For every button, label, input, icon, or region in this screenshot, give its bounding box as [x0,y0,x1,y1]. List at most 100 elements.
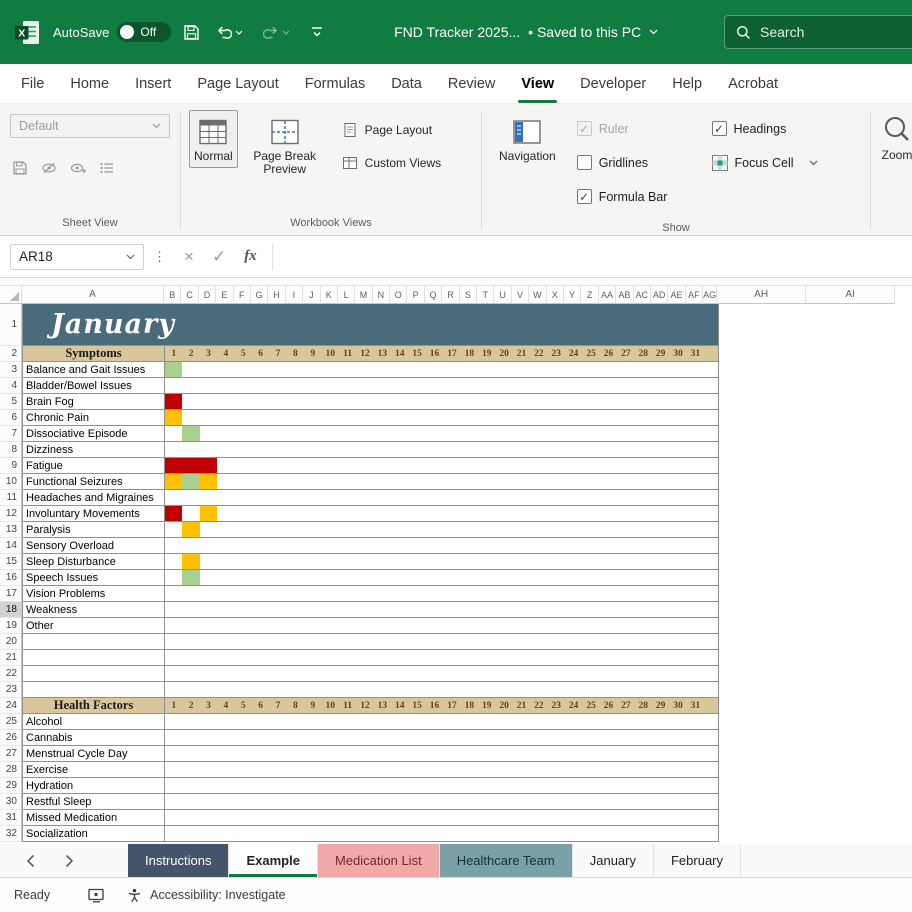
data-cell[interactable] [322,810,339,825]
data-cell[interactable] [391,426,408,441]
day-number-cell[interactable]: 9 [304,698,322,713]
data-cell[interactable] [565,394,582,409]
row-header[interactable]: 18 [0,602,22,618]
data-cell[interactable] [339,554,356,569]
data-cell[interactable] [530,506,547,521]
data-cell[interactable] [235,602,252,617]
data-cell[interactable] [356,442,373,457]
day-number-cell[interactable]: 17 [443,346,461,361]
section-header-cell[interactable]: Symptoms [23,346,165,361]
data-cell[interactable] [530,410,547,425]
data-cell[interactable] [182,458,200,473]
data-cell[interactable] [461,442,478,457]
data-cell[interactable] [565,426,582,441]
data-cell[interactable] [548,618,565,633]
data-cell[interactable] [635,762,652,777]
data-cell[interactable] [461,682,478,697]
data-cell[interactable] [582,618,599,633]
data-cell[interactable] [687,762,704,777]
data-cell[interactable] [408,762,425,777]
data-cell[interactable] [182,650,199,665]
data-cell[interactable] [217,650,234,665]
data-cell[interactable] [565,778,582,793]
data-cell[interactable] [287,570,304,585]
label-cell[interactable]: Sensory Overload [23,538,165,553]
data-cell[interactable] [426,826,443,841]
data-cell[interactable] [617,650,634,665]
day-number-cell[interactable]: 28 [634,698,652,713]
data-cell[interactable] [652,490,669,505]
data-cell[interactable] [408,778,425,793]
data-cell[interactable] [461,714,478,729]
data-cell[interactable] [461,730,478,745]
data-cell[interactable] [582,762,599,777]
data-cell[interactable] [339,570,356,585]
data-cell[interactable] [530,714,547,729]
data-cell[interactable] [322,794,339,809]
day-number-cell[interactable]: 27 [617,698,635,713]
keep-sheet-view-icon[interactable] [12,160,28,176]
data-cell[interactable] [652,506,669,521]
data-cell[interactable] [652,554,669,569]
data-cell[interactable] [426,394,443,409]
name-box[interactable]: AR18 [10,243,144,270]
data-cell[interactable] [478,506,495,521]
data-cell[interactable] [513,426,530,441]
data-cell[interactable] [408,394,425,409]
data-cell[interactable] [200,618,217,633]
data-cell[interactable] [304,666,321,681]
data-cell[interactable] [269,746,286,761]
accessibility-status[interactable]: Accessibility: Investigate [150,888,285,902]
data-cell[interactable] [443,666,460,681]
data-cell[interactable] [304,714,321,729]
data-cell[interactable] [391,442,408,457]
data-cell[interactable] [200,394,217,409]
data-cell[interactable] [339,746,356,761]
data-cell[interactable] [304,394,321,409]
data-cell[interactable] [322,522,339,537]
data-cell[interactable] [391,586,408,601]
data-cell[interactable] [669,762,686,777]
row-header[interactable]: 8 [0,442,22,458]
data-cell[interactable] [548,394,565,409]
data-cell[interactable] [687,682,704,697]
column-header[interactable]: H [268,286,286,304]
data-cell[interactable] [235,474,252,489]
label-cell[interactable]: Involuntary Movements [23,506,165,521]
day-number-cell[interactable]: 30 [669,346,687,361]
data-cell[interactable] [408,794,425,809]
filler-cell[interactable] [704,666,718,681]
data-cell[interactable] [582,474,599,489]
data-cell[interactable] [687,810,704,825]
label-cell[interactable] [23,634,165,649]
data-cell[interactable] [269,634,286,649]
data-cell[interactable] [548,506,565,521]
data-cell[interactable] [287,426,304,441]
data-cell[interactable] [582,650,599,665]
data-cell[interactable] [200,730,217,745]
data-cell[interactable] [165,458,183,473]
data-cell[interactable] [339,474,356,489]
row-header[interactable]: 20 [0,634,22,650]
data-cell[interactable] [443,650,460,665]
data-cell[interactable] [687,506,704,521]
data-cell[interactable] [287,730,304,745]
data-cell[interactable] [374,762,391,777]
day-number-cell[interactable]: 25 [582,698,600,713]
data-cell[interactable] [252,634,269,649]
data-cell[interactable] [669,730,686,745]
data-cell[interactable] [374,362,391,377]
data-cell[interactable] [408,426,425,441]
data-cell[interactable] [391,506,408,521]
data-cell[interactable] [391,810,408,825]
data-cell[interactable] [513,490,530,505]
ribbon-tab-formulas[interactable]: Formulas [292,64,378,103]
filler-cell[interactable] [704,618,718,633]
data-cell[interactable] [478,714,495,729]
data-cell[interactable] [200,666,217,681]
filler-cell[interactable] [704,682,718,697]
data-cell[interactable] [478,426,495,441]
data-cell[interactable] [600,442,617,457]
data-cell[interactable] [443,410,460,425]
label-cell[interactable]: Socialization [23,826,165,841]
